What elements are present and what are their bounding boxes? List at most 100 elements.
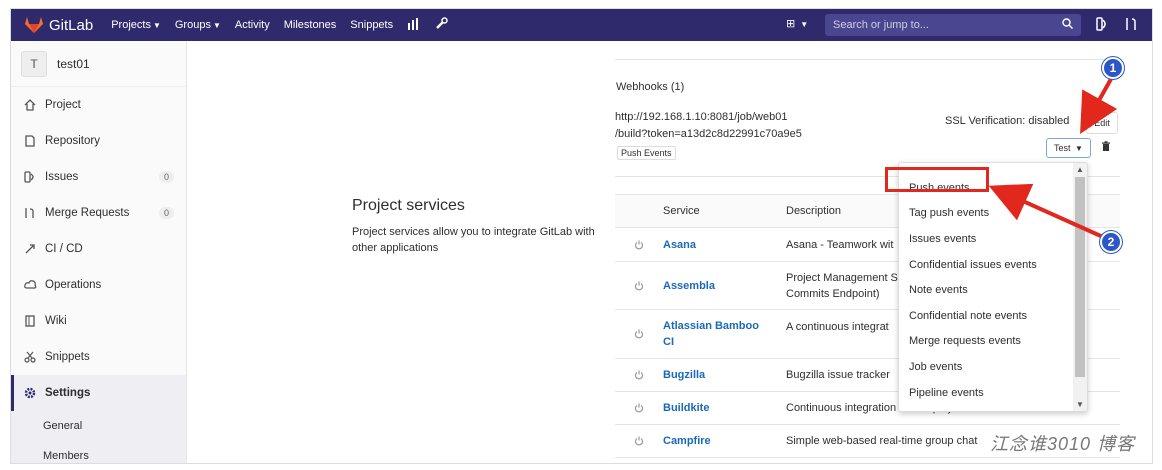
- nav-snippets[interactable]: Snippets: [350, 19, 393, 31]
- power-icon: [615, 240, 663, 250]
- power-icon: [615, 329, 663, 339]
- webhook-url-line2: /build?token=a13d2c8d22991c70a9e5: [615, 128, 802, 140]
- tanuki-icon: [25, 16, 43, 33]
- annotation-number-2: 2: [1100, 231, 1122, 253]
- search-box[interactable]: [825, 14, 1081, 36]
- sidebar-item-repository[interactable]: Repository: [11, 123, 186, 159]
- sidebar-subitem-members[interactable]: Members: [11, 441, 186, 463]
- sidebar-item-label: CI / CD: [45, 243, 83, 255]
- gitlab-window: GitLab Projects ▼ Groups ▼ Activity Milest…: [10, 8, 1153, 464]
- sidebar-item-label: Issues: [45, 171, 79, 183]
- top-navbar: GitLab Projects ▼ Groups ▼ Activity Milest…: [11, 9, 1152, 41]
- project-sidebar: T test01 Project Repository Issues 0 Merg…: [11, 41, 187, 463]
- sidebar-item-ci-cd[interactable]: CI / CD: [11, 231, 186, 267]
- main-nav: Projects ▼ Groups ▼ Activity Milestones Sn…: [111, 17, 462, 33]
- dropdown-scrollbar[interactable]: ▲ ▼: [1073, 163, 1087, 411]
- sidebar-item-operations[interactable]: Operations: [11, 267, 186, 303]
- sidebar-item-label: Repository: [45, 135, 100, 147]
- dropdown-item-confidential-note-events[interactable]: Confidential note events: [899, 303, 1074, 329]
- chevron-down-icon: ▼: [800, 20, 809, 29]
- service-name-link[interactable]: Campfire: [663, 433, 786, 449]
- sidebar-item-merge-requests[interactable]: Merge Requests 0: [11, 195, 186, 231]
- search-icon: [1062, 18, 1073, 32]
- home-icon: [23, 98, 37, 112]
- chevron-down-icon: ▼: [212, 21, 221, 30]
- nav-groups[interactable]: Groups ▼: [175, 19, 221, 31]
- search-input[interactable]: [833, 19, 1053, 31]
- webhook-url-line1: http://192.168.1.10:8081/job/web01: [615, 111, 788, 123]
- dropdown-item-tag-push-events[interactable]: Tag push events: [899, 201, 1074, 227]
- sidebar-item-wiki[interactable]: Wiki: [11, 303, 186, 339]
- power-icon: [615, 370, 663, 380]
- issues-count-badge: 0: [158, 171, 174, 183]
- sidebar-item-issues[interactable]: Issues 0: [11, 159, 186, 195]
- dropdown-item-confidential-issues-events[interactable]: Confidential issues events: [899, 252, 1074, 278]
- webhook-url: http://192.168.1.10:8081/job/web01 /buil…: [615, 109, 835, 143]
- project-name: test01: [57, 56, 90, 71]
- test-button-label: Test: [1054, 143, 1071, 153]
- dropdown-item-job-events[interactable]: Job events: [899, 354, 1074, 380]
- new-item-dropdown[interactable]: ⊞ ▼: [786, 17, 808, 30]
- dropdown-item-merge-requests-events[interactable]: Merge requests events: [899, 329, 1074, 355]
- service-name-link[interactable]: Asana: [663, 237, 786, 253]
- merge-request-icon: [23, 206, 37, 220]
- chart-icon[interactable]: [407, 17, 421, 33]
- service-name-link[interactable]: Assembla: [663, 278, 786, 294]
- project-header[interactable]: T test01: [11, 41, 186, 87]
- highlight-box: [885, 167, 989, 192]
- header-service: Service: [663, 205, 700, 217]
- power-icon: [615, 436, 663, 446]
- service-name-line1: Atlassian Bamboo: [663, 320, 759, 332]
- delete-webhook-button[interactable]: [1101, 141, 1111, 155]
- sidebar-subitem-general[interactable]: General: [11, 411, 186, 441]
- dropdown-item-pipeline-events[interactable]: Pipeline events: [899, 380, 1074, 406]
- webhooks-title: Webhooks (1): [616, 81, 685, 93]
- project-services-description: Project services allow you to integrate …: [352, 226, 595, 254]
- project-services-title: Project services: [352, 197, 465, 214]
- service-name-line2: CI: [663, 336, 674, 348]
- wrench-icon[interactable]: [435, 17, 448, 33]
- test-events-list: Push events Tag push events Issues event…: [899, 175, 1074, 405]
- service-name-link[interactable]: Bugzilla: [663, 367, 786, 383]
- gitlab-logo[interactable]: GitLab: [25, 16, 94, 34]
- service-name-link[interactable]: Buildkite: [663, 400, 786, 416]
- nav-projects-label: Projects: [111, 19, 151, 31]
- watermark: 江念谁3010 博客: [990, 434, 1136, 454]
- issues-icon: [23, 170, 37, 184]
- merge-requests-count-badge: 0: [158, 207, 174, 219]
- test-events-dropdown: Push events Tag push events Issues event…: [898, 162, 1088, 412]
- merge-request-icon[interactable]: [1125, 17, 1137, 34]
- service-name-link[interactable]: Atlassian Bamboo CI: [663, 318, 786, 350]
- dropdown-item-issues-events[interactable]: Issues events: [899, 226, 1074, 252]
- nav-milestones[interactable]: Milestones: [284, 19, 337, 31]
- scroll-down-icon[interactable]: ▼: [1076, 400, 1084, 409]
- rocket-icon: [23, 242, 37, 256]
- sidebar-item-project[interactable]: Project: [11, 87, 186, 123]
- power-icon: [615, 281, 663, 291]
- nav-projects[interactable]: Projects ▼: [111, 19, 161, 31]
- nav-activity[interactable]: Activity: [235, 19, 270, 31]
- test-webhook-button[interactable]: Test ▼: [1046, 138, 1091, 158]
- gear-icon: [23, 386, 37, 400]
- cloud-icon: [23, 278, 37, 292]
- chevron-down-icon: ▼: [1075, 143, 1083, 153]
- sidebar-item-snippets[interactable]: Snippets: [11, 339, 186, 375]
- sidebar-item-label: Wiki: [45, 315, 67, 327]
- scrollbar-thumb[interactable]: [1075, 177, 1085, 377]
- dropdown-item-note-events[interactable]: Note events: [899, 277, 1074, 303]
- nav-groups-label: Groups: [174, 19, 211, 31]
- annotation-number-1: 1: [1102, 57, 1124, 79]
- ssl-verification-status: SSL Verification: disabled: [945, 115, 1070, 127]
- power-icon: [615, 403, 663, 413]
- divider: [615, 59, 1120, 60]
- scroll-up-icon[interactable]: ▲: [1076, 165, 1084, 174]
- issues-icon[interactable]: [1096, 17, 1108, 34]
- file-icon: [23, 134, 37, 148]
- plus-square-icon: ⊞: [786, 18, 796, 30]
- app-name: GitLab: [49, 16, 94, 34]
- sidebar-item-settings[interactable]: Settings: [11, 375, 186, 411]
- sidebar-item-label: Project: [45, 99, 81, 111]
- sidebar-item-label: Settings: [45, 387, 91, 399]
- chevron-down-icon: ▼: [152, 21, 161, 30]
- edit-webhook-button[interactable]: Edit: [1086, 112, 1118, 134]
